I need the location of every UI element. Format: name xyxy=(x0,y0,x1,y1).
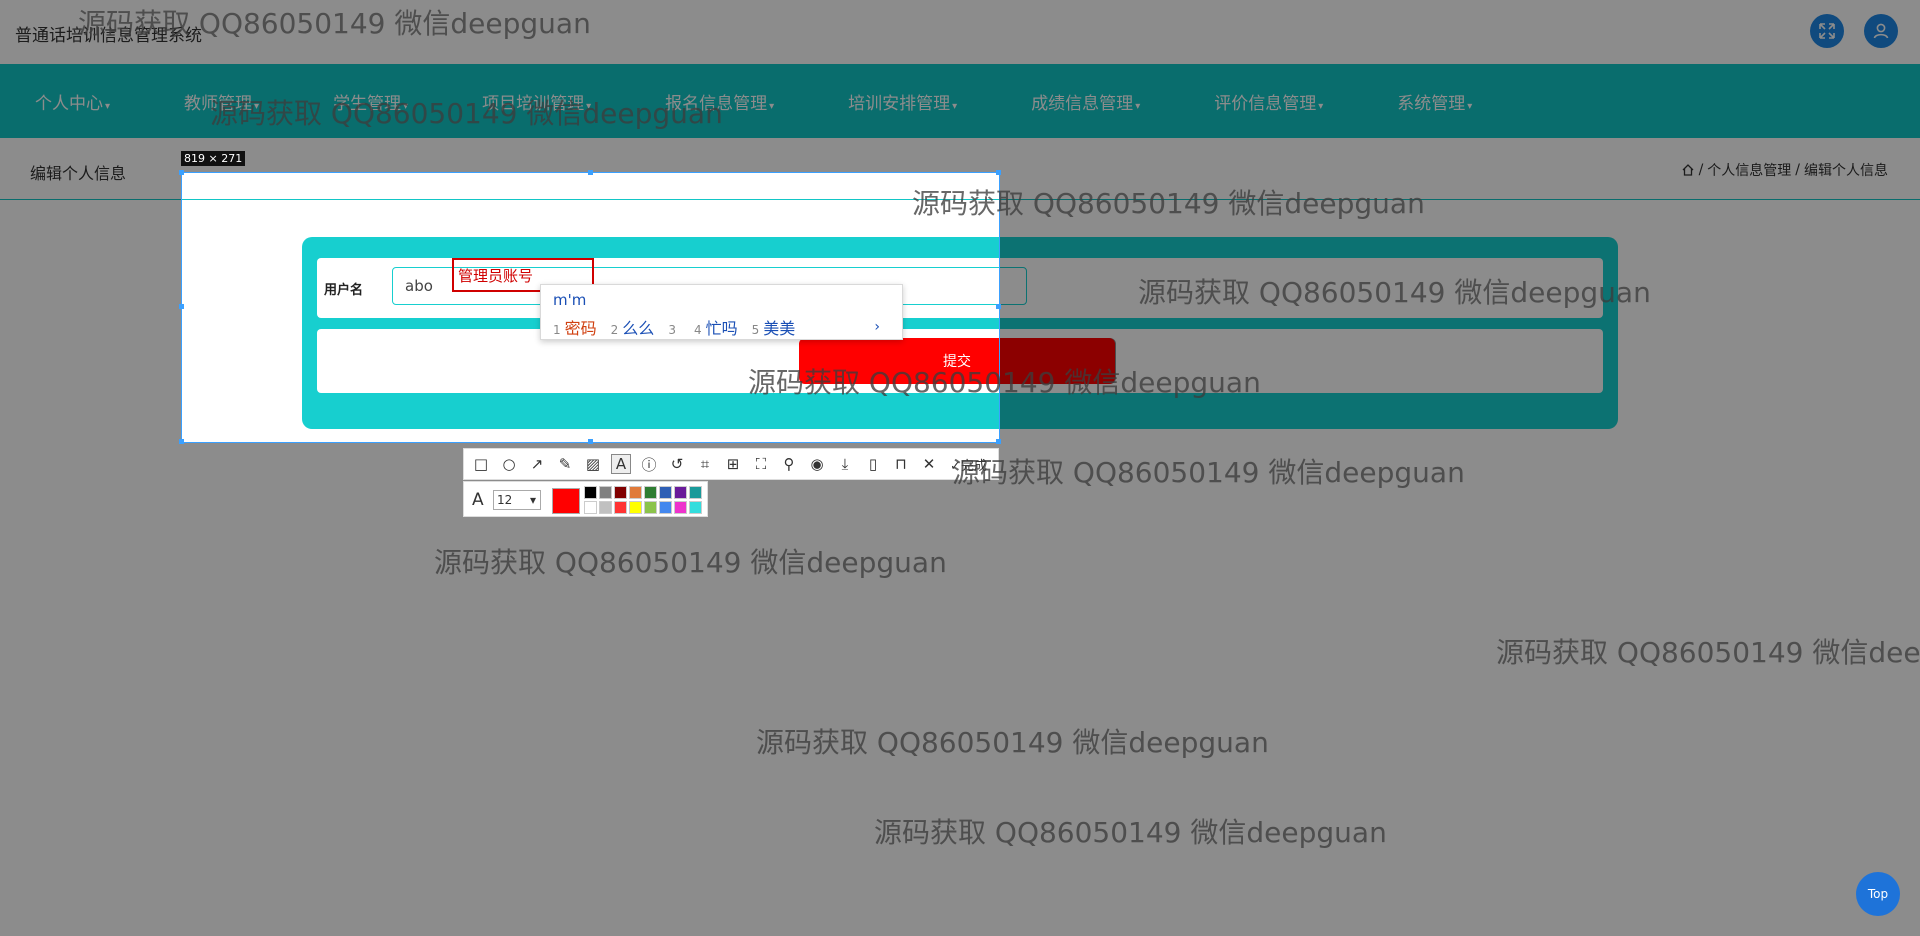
color-swatch[interactable] xyxy=(614,501,627,514)
color-swatch[interactable] xyxy=(614,486,627,499)
breadcrumb-item: 编辑个人信息 xyxy=(1804,163,1888,179)
color-swatch[interactable] xyxy=(629,501,642,514)
text-tool-icon[interactable]: A xyxy=(611,454,631,474)
ime-candidate[interactable]: 1 密码 xyxy=(553,315,597,339)
nav-item-personal-center[interactable]: 个人中心 ▾ xyxy=(20,89,125,114)
chevron-down-icon: ▾ xyxy=(952,100,958,112)
arrow-tool-icon[interactable]: ↗ xyxy=(528,455,546,473)
check-icon: ✓ xyxy=(950,458,961,474)
chevron-down-icon: ▾ xyxy=(105,100,111,112)
mosaic-tool-icon[interactable]: ▨ xyxy=(584,455,602,473)
bookmark-icon[interactable]: ⊓ xyxy=(892,455,910,473)
ime-candidates: 1 密码 2 么么 3 4 忙吗 5 美美 xyxy=(553,315,795,339)
chevron-down-icon: ▾ xyxy=(769,100,775,112)
rectangle-tool-icon[interactable]: □ xyxy=(472,455,490,473)
watermark: 源码获取 QQ86050149 微信deepguan xyxy=(952,456,1465,489)
ime-composition: m'm xyxy=(553,291,587,309)
resize-handle[interactable] xyxy=(179,304,184,309)
resize-handle[interactable] xyxy=(996,439,1001,444)
selection-size-label: 819 × 271 xyxy=(181,151,246,166)
close-icon[interactable]: ✕ xyxy=(920,455,938,473)
color-swatch[interactable] xyxy=(644,486,657,499)
record-icon[interactable]: ◉ xyxy=(808,455,826,473)
ocr-icon[interactable]: ⌗ xyxy=(696,455,714,473)
user-avatar-button[interactable] xyxy=(1864,14,1898,48)
app-title: 普通话培训信息管理系统 xyxy=(15,26,202,46)
color-swatch[interactable] xyxy=(599,501,612,514)
color-palette xyxy=(584,486,702,514)
color-swatch[interactable] xyxy=(659,501,672,514)
chevron-down-icon: ▾ xyxy=(1135,100,1141,112)
ellipse-tool-icon[interactable]: ○ xyxy=(500,455,518,473)
chevron-down-icon: ▾ xyxy=(529,493,536,507)
color-swatch[interactable] xyxy=(659,486,672,499)
color-swatch[interactable] xyxy=(584,486,597,499)
nav-item-evaluation[interactable]: 评价信息管理 ▾ xyxy=(1199,89,1338,114)
nav-item-system[interactable]: 系统管理 ▾ xyxy=(1382,89,1487,114)
username-label: 用户名 xyxy=(324,283,364,298)
dim-region xyxy=(1000,338,1116,384)
ime-next-page-icon[interactable]: › xyxy=(874,319,880,335)
top-header: 普通话培训信息管理系统 xyxy=(0,0,1920,64)
main-nav: 个人中心 ▾ 教师管理 ▾ 学生管理 ▾ 项目培训管理 ▾ 报名信息管理 ▾ 培训安排管理… xyxy=(0,64,1920,138)
color-swatch[interactable] xyxy=(689,486,702,499)
color-swatch[interactable] xyxy=(599,486,612,499)
screenshot-toolbar: □ ○ ↗ ✎ ▨ A ⓘ ↺ ⌗ ⊞ ⛶ ⚲ ◉ ⤓ ▯ ⊓ ✕ ✓完成 xyxy=(463,448,999,480)
color-swatch[interactable] xyxy=(584,501,597,514)
nav-item-training-schedule[interactable]: 培训安排管理 ▾ xyxy=(833,89,972,114)
nav-item-enrollment[interactable]: 报名信息管理 ▾ xyxy=(650,89,789,114)
phone-icon[interactable]: ▯ xyxy=(864,455,882,473)
pin-icon[interactable]: ⚲ xyxy=(780,455,798,473)
ime-candidate-window: m'm 1 密码 2 么么 3 4 忙吗 5 美美 › xyxy=(540,284,903,340)
home-icon[interactable] xyxy=(1681,163,1695,177)
page-header: 编辑个人信息 / 个人信息管理 / 编辑个人信息 xyxy=(0,138,1920,200)
ime-candidate[interactable]: 5 美美 xyxy=(752,315,796,339)
breadcrumb-item[interactable]: 个人信息管理 xyxy=(1707,160,1791,180)
chevron-down-icon: ▾ xyxy=(1467,100,1473,112)
resize-handle[interactable] xyxy=(588,439,593,444)
watermark: 源码获取 QQ86050149 微信deepguan xyxy=(874,816,1387,849)
ime-candidate[interactable]: 2 么么 xyxy=(611,315,655,339)
watermark: 源码获取 QQ86050149 微信deepguan xyxy=(756,726,1269,759)
color-swatch[interactable] xyxy=(674,486,687,499)
chevron-down-icon: ▾ xyxy=(403,100,409,112)
text-style-panel: A 12 ▾ xyxy=(463,481,708,517)
page-title: 编辑个人信息 xyxy=(30,164,127,183)
color-swatch[interactable] xyxy=(644,501,657,514)
watermark: 源码获取 QQ86050149 微信deepguan xyxy=(1496,636,1920,669)
chevron-down-icon: ▾ xyxy=(254,100,260,112)
ime-candidate[interactable]: 3 xyxy=(668,319,680,338)
ime-candidate[interactable]: 4 忙吗 xyxy=(694,315,738,339)
user-avatar-icon xyxy=(1873,23,1889,39)
done-button[interactable]: ✓完成 xyxy=(950,455,987,474)
nav-item-student[interactable]: 学生管理 ▾ xyxy=(318,89,423,114)
long-screenshot-icon[interactable]: ⛶ xyxy=(752,455,770,473)
pen-tool-icon[interactable]: ✎ xyxy=(556,455,574,473)
watermark: 源码获取 QQ86050149 微信deepguan xyxy=(434,546,947,579)
nav-item-grades[interactable]: 成绩信息管理 ▾ xyxy=(1016,89,1155,114)
current-color-swatch[interactable] xyxy=(552,488,580,514)
undo-icon[interactable]: ↺ xyxy=(668,455,686,473)
fullscreen-button[interactable] xyxy=(1810,14,1844,48)
back-to-top-button[interactable]: Top xyxy=(1856,872,1900,916)
font-icon: A xyxy=(472,490,484,510)
resize-handle[interactable] xyxy=(179,439,184,444)
download-icon[interactable]: ⤓ xyxy=(836,455,854,473)
translate-icon[interactable]: ⊞ xyxy=(724,455,742,473)
nav-item-teacher[interactable]: 教师管理 ▾ xyxy=(169,89,274,114)
breadcrumb: / 个人信息管理 / 编辑个人信息 xyxy=(1681,160,1888,180)
nav-item-project-training[interactable]: 项目培训管理 ▾ xyxy=(467,89,606,114)
color-swatch[interactable] xyxy=(674,501,687,514)
color-swatch[interactable] xyxy=(629,486,642,499)
color-swatch[interactable] xyxy=(689,501,702,514)
chevron-down-icon: ▾ xyxy=(1318,100,1324,112)
font-size-select[interactable]: 12 ▾ xyxy=(493,490,541,510)
fullscreen-icon xyxy=(1819,23,1835,39)
chevron-down-icon: ▾ xyxy=(586,100,592,112)
number-tool-icon[interactable]: ⓘ xyxy=(640,455,658,474)
